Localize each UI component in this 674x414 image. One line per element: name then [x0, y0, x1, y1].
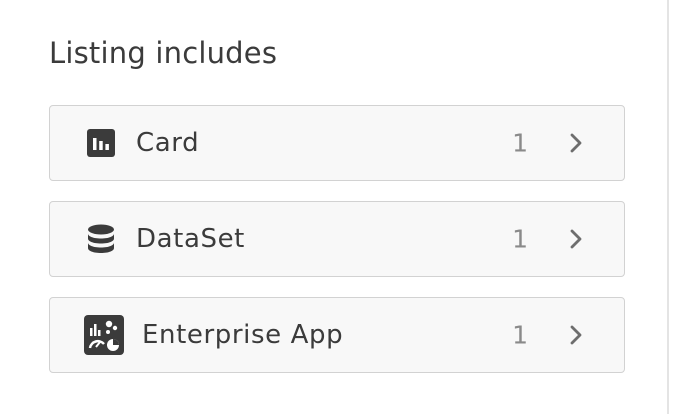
listing-item-count: 1 [512, 128, 528, 158]
listing-includes-panel: Listing includes Card 1 DataSet 1 Enterp… [0, 0, 674, 414]
chevron-right-icon [568, 324, 584, 346]
listing-item-count: 1 [512, 224, 528, 254]
listing-item-enterprise-app[interactable]: Enterprise App 1 [49, 297, 625, 373]
section-title: Listing includes [49, 36, 278, 70]
database-icon [87, 224, 115, 254]
chevron-right-icon [568, 132, 584, 154]
listing-item-label: Card [136, 128, 200, 158]
listing-item-count: 1 [512, 320, 528, 350]
panel-divider [667, 0, 669, 414]
enterprise-app-icon [84, 315, 124, 355]
chevron-right-icon [568, 228, 584, 250]
bar-chart-icon [87, 129, 115, 157]
listing-item-label: Enterprise App [142, 320, 344, 350]
listing-item-dataset[interactable]: DataSet 1 [49, 201, 625, 277]
listing-item-label: DataSet [136, 224, 245, 254]
listing-item-card[interactable]: Card 1 [49, 105, 625, 181]
